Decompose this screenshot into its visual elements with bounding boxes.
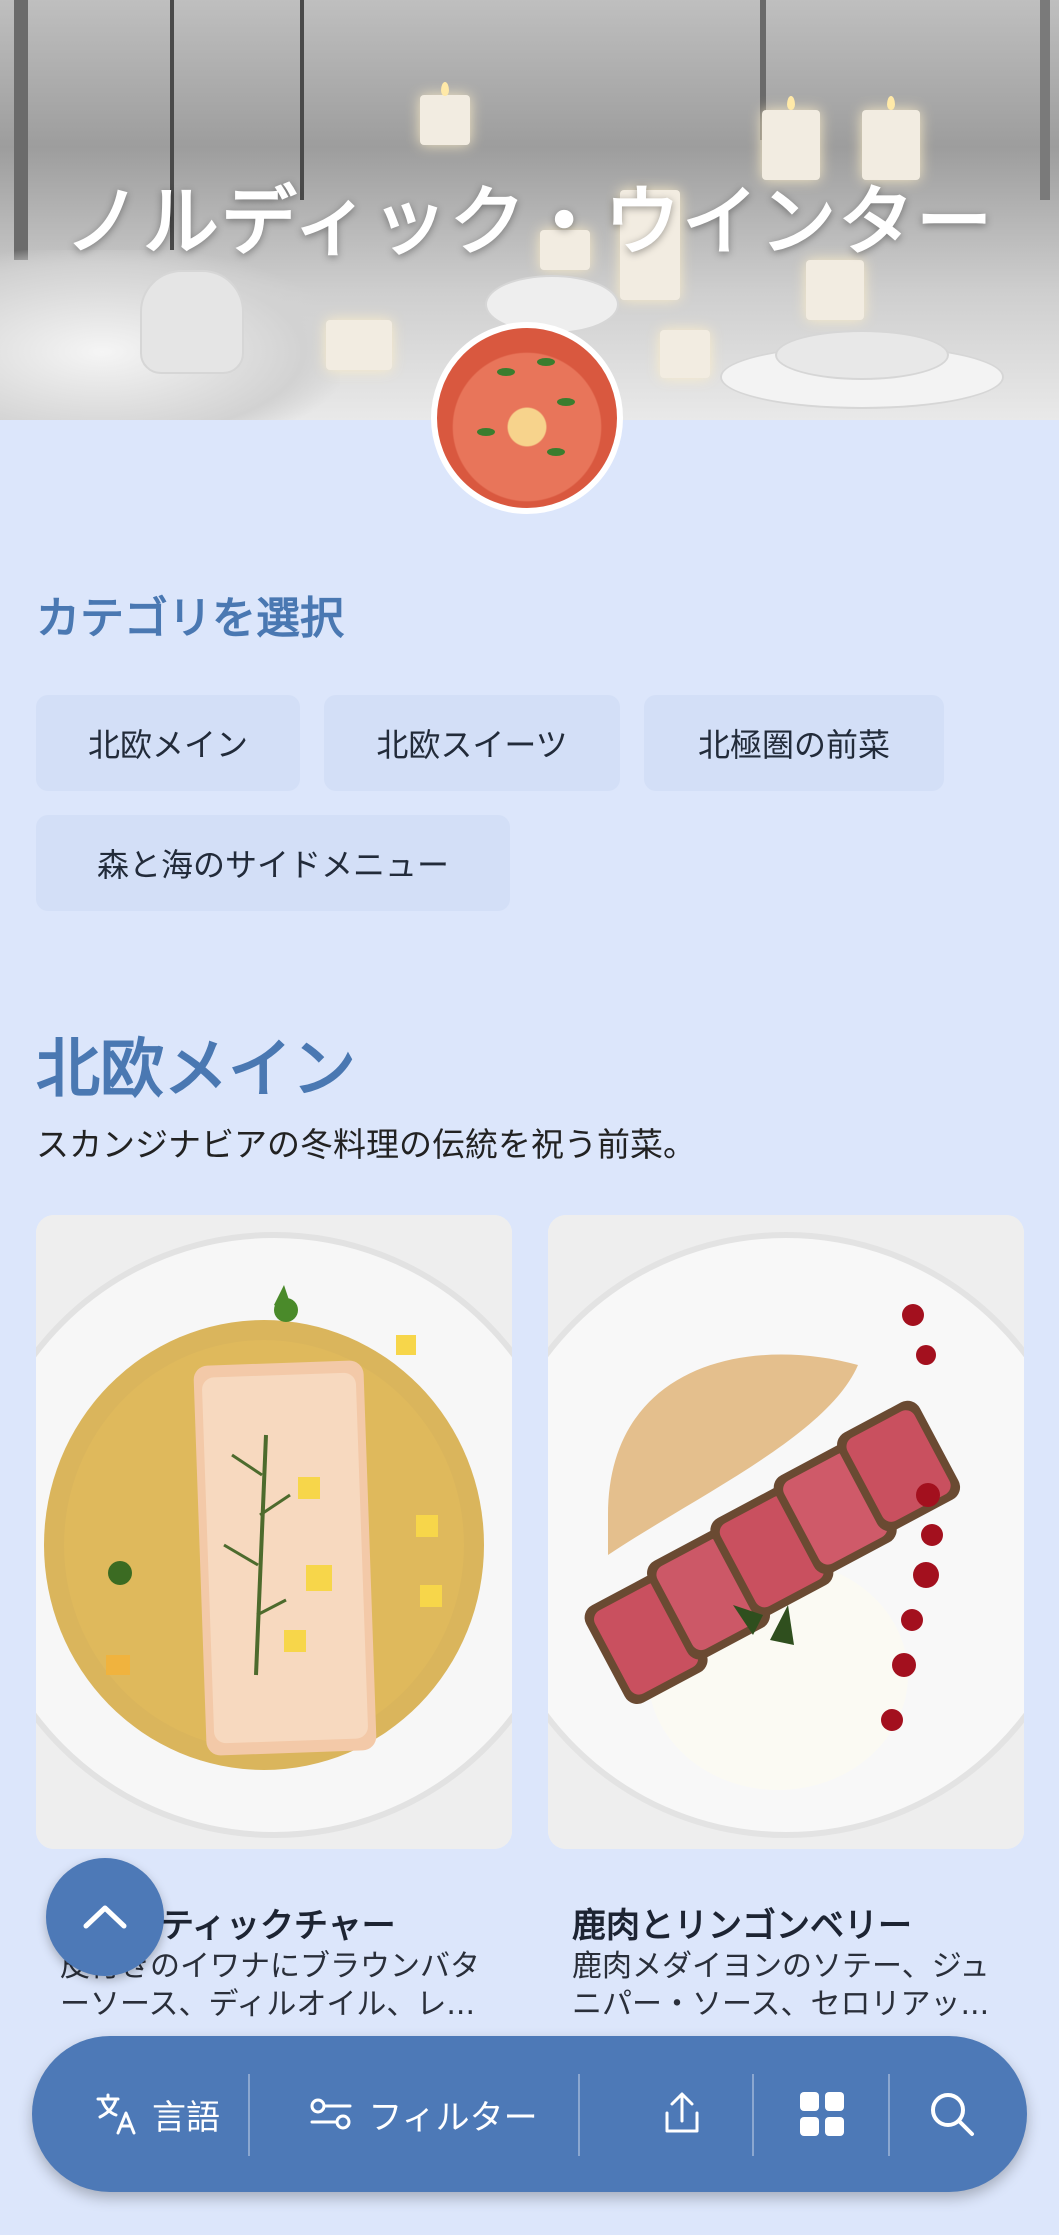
candle xyxy=(326,320,392,370)
chip-nordic-sweets[interactable]: 北欧スイーツ xyxy=(324,695,620,791)
candle xyxy=(420,95,470,145)
card-title[interactable]: 鹿肉とリンゴンベリー xyxy=(572,1898,912,1947)
candle xyxy=(660,330,710,378)
bowl xyxy=(775,330,949,380)
chip-arctic-starters[interactable]: 北極圏の前菜 xyxy=(644,695,944,791)
divider xyxy=(752,2074,754,2156)
divider xyxy=(888,2074,890,2156)
language-label: 言語 xyxy=(152,2097,220,2138)
category-title: 北欧メイン xyxy=(36,1033,356,1107)
flame xyxy=(441,82,449,96)
filter-label: フィルター xyxy=(368,2097,538,2138)
herb-leaf xyxy=(557,398,575,406)
search-icon xyxy=(931,2093,974,2136)
vase xyxy=(140,270,244,374)
avatar xyxy=(431,322,623,514)
filter-button[interactable]: フィルター xyxy=(288,2036,558,2192)
card-description: 鹿肉メダイヨンのソテー、ジュニパー・ソース、セロリアッ... xyxy=(572,1949,990,2022)
fish-dish-illustration xyxy=(36,1215,512,1849)
flame xyxy=(787,96,795,110)
chip-nordic-main[interactable]: 北欧メイン xyxy=(36,695,300,791)
grid-icon xyxy=(800,2092,844,2136)
herb-leaf xyxy=(477,428,495,436)
filter-icon xyxy=(310,2098,352,2130)
translate-icon xyxy=(96,2093,136,2135)
share-icon xyxy=(665,2092,699,2133)
card-title[interactable]: ティックチャー xyxy=(160,1898,396,1947)
share-button[interactable] xyxy=(622,2036,742,2192)
grid-view-button[interactable] xyxy=(762,2036,882,2192)
divider xyxy=(578,2074,580,2156)
search-button[interactable] xyxy=(902,2036,1002,2192)
chevron-up-icon xyxy=(83,1905,127,1929)
chip-forest-sea-sides[interactable]: 森と海のサイドメニュー xyxy=(36,815,510,911)
scroll-to-top-button[interactable] xyxy=(46,1858,164,1976)
flame xyxy=(887,96,895,110)
herb-leaf xyxy=(537,358,555,366)
divider xyxy=(248,2074,250,2156)
bottom-toolbar: 言語 フィルター xyxy=(32,2036,1027,2192)
category-select-label: カテゴリを選択 xyxy=(36,593,344,644)
herb-leaf xyxy=(497,368,515,376)
dish-image-venison[interactable] xyxy=(548,1215,1024,1849)
herb-leaf xyxy=(547,448,565,456)
category-description: スカンジナビアの冬料理の伝統を祝う前菜。 xyxy=(36,1125,696,1164)
dish-image-char[interactable] xyxy=(36,1215,512,1849)
venison-dish-illustration xyxy=(548,1215,1024,1849)
language-button[interactable]: 言語 xyxy=(72,2036,242,2192)
page-title: ノルディック・ウインター xyxy=(64,177,995,266)
